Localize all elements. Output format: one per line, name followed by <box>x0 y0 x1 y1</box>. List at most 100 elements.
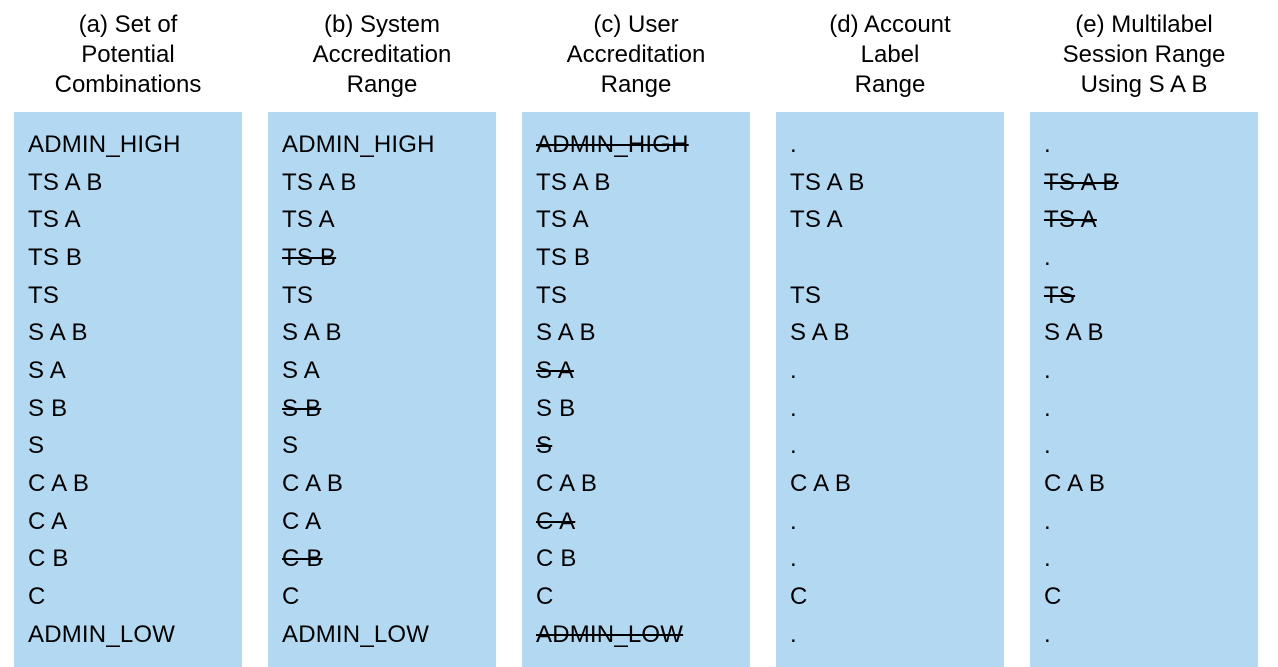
label-row: C A B <box>28 465 230 503</box>
label-row: . <box>790 540 992 578</box>
label-text: TS B <box>28 244 82 271</box>
column-header: (d) Account Label Range <box>776 10 1004 112</box>
label-row: . <box>790 126 992 164</box>
label-row: TS B <box>282 239 484 277</box>
label-row: . <box>790 503 992 541</box>
label-text <box>790 244 797 271</box>
label-row: TS A <box>1044 201 1246 239</box>
label-text: ADMIN_HIGH <box>28 131 181 158</box>
label-row: C <box>282 578 484 616</box>
label-row: TS <box>28 277 230 315</box>
label-row: TS <box>282 277 484 315</box>
label-row: S A B <box>1044 314 1246 352</box>
column-header: (a) Set of Potential Combinations <box>14 10 242 112</box>
label-row: S <box>536 427 738 465</box>
label-text: TS <box>28 282 59 309</box>
label-text: C <box>28 583 46 610</box>
label-text: S A B <box>536 319 596 346</box>
label-row: C A <box>536 503 738 541</box>
label-row: S A <box>28 352 230 390</box>
column-header: (e) Multilabel Session Range Using S A B <box>1030 10 1258 112</box>
label-text: TS <box>790 282 821 309</box>
label-text: TS <box>536 282 567 309</box>
column-body: .TS A BTS A.TSS A B...C A B..C. <box>1030 112 1258 667</box>
label-row: S <box>28 427 230 465</box>
label-row: TS A <box>536 201 738 239</box>
label-text: S A <box>536 357 574 384</box>
label-row: TS A B <box>28 164 230 202</box>
label-text: ADMIN_HIGH <box>282 131 435 158</box>
label-text: S B <box>536 395 575 422</box>
label-text: C <box>282 583 300 610</box>
label-row: TS A <box>790 201 992 239</box>
label-row: TS A B <box>536 164 738 202</box>
label-text: C <box>790 583 808 610</box>
label-text: . <box>790 131 797 158</box>
label-row: ADMIN_LOW <box>536 616 738 654</box>
label-row: ADMIN_HIGH <box>28 126 230 164</box>
label-text: TS A <box>790 206 843 233</box>
label-row: TS A B <box>1044 164 1246 202</box>
label-text: TS <box>1044 282 1075 309</box>
label-text: . <box>1044 244 1051 271</box>
label-row: TS <box>790 277 992 315</box>
label-text: TS A <box>1044 206 1097 233</box>
label-text: C <box>536 583 554 610</box>
label-row: TS A B <box>282 164 484 202</box>
label-row: C A B <box>790 465 992 503</box>
label-text: S <box>28 432 44 459</box>
label-text: C A B <box>282 470 343 497</box>
column-4: (e) Multilabel Session Range Using S A B… <box>1030 10 1258 667</box>
column-3: (d) Account Label Range. TS A B TS A TS S A… <box>776 10 1004 667</box>
label-row: TS A B <box>790 164 992 202</box>
label-row: ADMIN_HIGH <box>282 126 484 164</box>
label-text: TS B <box>536 244 590 271</box>
label-text: TS A B <box>282 169 357 196</box>
label-text: . <box>1044 621 1051 648</box>
label-text: TS <box>282 282 313 309</box>
label-row: C A B <box>282 465 484 503</box>
label-text: S A B <box>28 319 88 346</box>
column-body: .TS A BTS A TSS A B...C A B..C. <box>776 112 1004 667</box>
label-text: S B <box>28 395 67 422</box>
label-text: C A B <box>536 470 597 497</box>
label-text: C A B <box>28 470 89 497</box>
label-text: TS A B <box>790 169 865 196</box>
label-text: . <box>1044 131 1051 158</box>
label-text: C <box>1044 583 1062 610</box>
label-text: . <box>1044 508 1051 535</box>
label-text: S A B <box>1044 319 1104 346</box>
label-text: TS A <box>536 206 589 233</box>
label-row: S A B <box>28 314 230 352</box>
label-row: S A B <box>790 314 992 352</box>
label-text: . <box>790 357 797 384</box>
label-text: TS A B <box>28 169 103 196</box>
label-row: S A <box>536 352 738 390</box>
label-text: C A B <box>1044 470 1105 497</box>
label-row: TS B <box>536 239 738 277</box>
label-text: . <box>1044 432 1051 459</box>
label-text: TS A <box>28 206 81 233</box>
column-body: ADMIN_HIGHTS A BTS ATS BTSS A BS AS BSC … <box>522 112 750 667</box>
label-text: . <box>1044 395 1051 422</box>
label-text: C A <box>28 508 67 535</box>
label-text: ADMIN_LOW <box>282 621 429 648</box>
column-header: (c) User Accreditation Range <box>522 10 750 112</box>
label-text: ADMIN_LOW <box>536 621 683 648</box>
label-row: S A <box>282 352 484 390</box>
label-row: TS B <box>28 239 230 277</box>
label-row: ADMIN_LOW <box>282 616 484 654</box>
label-range-diagram: (a) Set of Potential Combinations ADMIN_H… <box>0 0 1278 657</box>
label-text: TS A B <box>536 169 611 196</box>
label-row: . <box>1044 616 1246 654</box>
column-body: ADMIN_HIGHTS A BTS ATS BTSS A BS AS BSC … <box>268 112 496 667</box>
label-row: . <box>1044 390 1246 428</box>
label-row <box>790 239 992 277</box>
column-1: (b) System Accreditation RangeADMIN_HIGH… <box>268 10 496 667</box>
label-row: . <box>1044 126 1246 164</box>
label-row: C A <box>282 503 484 541</box>
label-text: C A <box>536 508 575 535</box>
label-row: . <box>1044 427 1246 465</box>
label-row: TS <box>536 277 738 315</box>
label-row: C B <box>282 540 484 578</box>
